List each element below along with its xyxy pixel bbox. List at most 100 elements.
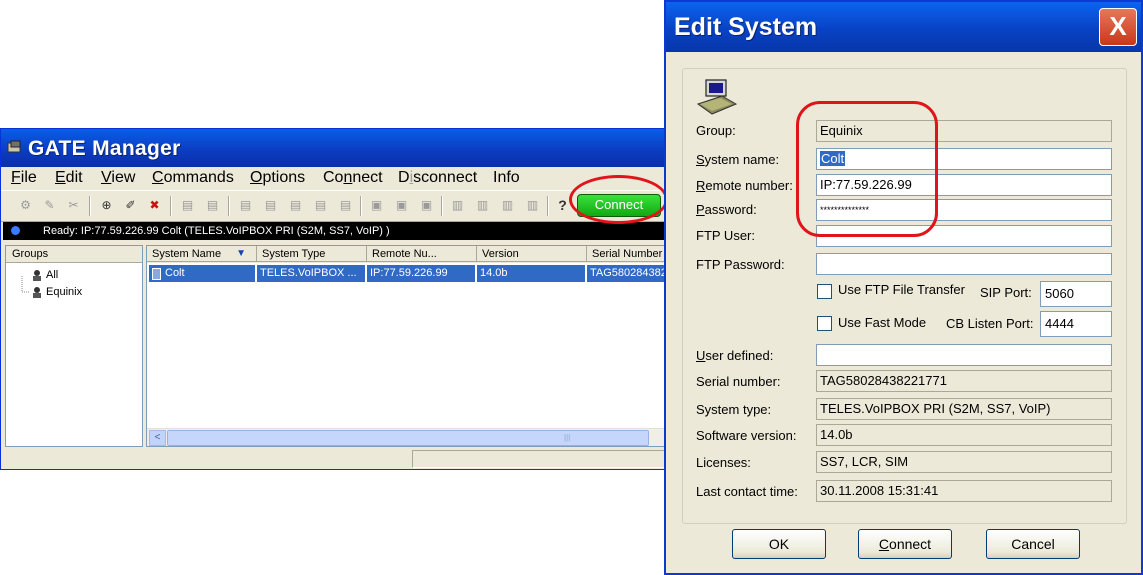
scroll-thumb[interactable]: |||: [167, 430, 649, 446]
status-bar: [1, 447, 671, 469]
toolbar-separator: [170, 196, 172, 216]
users-icon: [33, 269, 41, 281]
scroll-left-icon[interactable]: <: [149, 430, 166, 446]
toolbar-separator: [360, 196, 362, 216]
toolbar-tool-icon[interactable]: ⚙: [17, 197, 34, 214]
licenses-value: SS7, LCR, SIM: [816, 451, 1112, 473]
status-text: Ready: IP:77.59.226.99 Colt (TELES.VoIPB…: [43, 225, 390, 237]
use-ftp-checkbox[interactable]: [817, 284, 832, 299]
label-password: Password:: [696, 202, 757, 217]
toolbar-page-icon[interactable]: ▤: [179, 197, 196, 214]
column-remote-number[interactable]: Remote Nu...: [367, 246, 477, 262]
menu-info[interactable]: Info: [493, 169, 520, 187]
label-user-defined: User defined:: [696, 348, 774, 363]
menu-options[interactable]: Options: [250, 169, 305, 187]
gate-manager-titlebar[interactable]: GATE Manager: [1, 129, 671, 167]
menu-commands[interactable]: Commands: [152, 169, 234, 187]
status-indicator-icon: [11, 226, 20, 235]
cancel-button[interactable]: Cancel: [986, 529, 1080, 559]
toolbar-page-icon[interactable]: ▤: [237, 197, 254, 214]
toolbar-page-icon[interactable]: ▣: [368, 197, 385, 214]
status-bar-pane: [412, 450, 670, 468]
connect-button[interactable]: Connect: [858, 529, 952, 559]
toolbar-separator: [441, 196, 443, 216]
group-item-all[interactable]: All: [30, 268, 58, 282]
toolbar-page-icon[interactable]: ▣: [393, 197, 410, 214]
scroll-grip: |||: [564, 433, 571, 442]
use-ftp-label: Use FTP File Transfer: [838, 282, 965, 297]
label-sip-port: SIP Port:: [980, 285, 1032, 300]
system-icon: [152, 268, 161, 280]
gate-manager-window: GATE Manager File Edit View Commands Opt…: [0, 128, 673, 470]
table-row[interactable]: Colt TELES.VoIPBOX ... IP:77.59.226.99 1…: [149, 265, 672, 282]
label-ftp-user: FTP User:: [696, 228, 755, 243]
toolbar-separator: [547, 196, 549, 216]
toolbar-page-icon[interactable]: ▤: [312, 197, 329, 214]
systems-list: System Name ▼ System Type Remote Nu... Ve…: [146, 245, 673, 447]
computer-icon: [696, 79, 738, 115]
toolbar-tool-icon[interactable]: ✂: [65, 197, 82, 214]
list-header: System Name ▼ System Type Remote Nu... Ve…: [147, 246, 672, 263]
software-version-value: 14.0b: [816, 424, 1112, 446]
use-fast-mode-label: Use Fast Mode: [838, 315, 927, 330]
toolbar-page-icon[interactable]: ▤: [337, 197, 354, 214]
menu-edit[interactable]: Edit: [55, 169, 83, 187]
dialog-titlebar[interactable]: Edit System X: [666, 2, 1141, 52]
annotation-box-credentials: [796, 101, 938, 237]
label-system-type: System type:: [696, 402, 772, 417]
toolbar-page-icon[interactable]: ▤: [262, 197, 279, 214]
label-ftp-password: FTP Password:: [696, 257, 785, 272]
status-line: Ready: IP:77.59.226.99 Colt (TELES.VoIPB…: [3, 222, 669, 240]
ftp-password-input[interactable]: [816, 253, 1112, 275]
delete-system-icon[interactable]: ✖: [146, 197, 163, 214]
gate-manager-title: GATE Manager: [28, 137, 181, 160]
toolbar-page-icon[interactable]: ▥: [524, 197, 541, 214]
sort-desc-icon: ▼: [236, 248, 246, 259]
toolbar-page-icon[interactable]: ▣: [418, 197, 435, 214]
dialog-title: Edit System: [674, 13, 818, 41]
groups-tree: Groups All Equinix: [5, 245, 143, 447]
cb-listen-port-input[interactable]: 4444: [1040, 311, 1112, 337]
label-last-contact: Last contact time:: [696, 484, 798, 499]
horizontal-scrollbar[interactable]: < |||: [147, 428, 672, 446]
label-software-version: Software version:: [696, 428, 797, 443]
ok-button[interactable]: OK: [732, 529, 826, 559]
cell-serial-number: TAG5802843822: [587, 265, 672, 282]
label-group: Group:: [696, 123, 736, 138]
menu-disconnect[interactable]: Disconnect: [398, 169, 477, 187]
close-icon: X: [1109, 11, 1127, 41]
menu-connect[interactable]: Connect: [323, 169, 383, 187]
user-defined-input[interactable]: [816, 344, 1112, 366]
group-item-equinix[interactable]: Equinix: [30, 285, 82, 299]
toolbar-page-icon[interactable]: ▤: [204, 197, 221, 214]
toolbar-page-icon[interactable]: ▥: [474, 197, 491, 214]
sip-port-input[interactable]: 5060: [1040, 281, 1112, 307]
column-system-type[interactable]: System Type: [257, 246, 367, 262]
column-serial-number[interactable]: Serial Number: [587, 246, 672, 262]
menu-file[interactable]: File: [11, 169, 37, 187]
user-icon: [33, 286, 41, 298]
toolbar-tool-icon[interactable]: ✎: [41, 197, 58, 214]
toolbar-page-icon[interactable]: ▥: [499, 197, 516, 214]
toolbar-separator: [228, 196, 230, 216]
menu-bar: File Edit View Commands Options Connect …: [1, 167, 671, 189]
toolbar-page-icon[interactable]: ▤: [287, 197, 304, 214]
tree-lines: [21, 276, 30, 293]
add-system-icon[interactable]: ⊕: [98, 197, 115, 214]
cell-system-name: Colt: [149, 265, 256, 282]
label-serial-number: Serial number:: [696, 374, 781, 389]
groups-header[interactable]: Groups: [6, 246, 142, 263]
column-system-name[interactable]: System Name ▼: [147, 246, 257, 262]
serial-number-value: TAG58028438221771: [816, 370, 1112, 392]
menu-view[interactable]: View: [101, 169, 135, 187]
use-fast-mode-checkbox[interactable]: [817, 316, 832, 331]
toolbar-page-icon[interactable]: ▥: [449, 197, 466, 214]
close-button[interactable]: X: [1099, 8, 1137, 46]
app-icon: [7, 140, 21, 153]
column-version[interactable]: Version: [477, 246, 587, 262]
edit-system-icon[interactable]: ✐: [122, 197, 139, 214]
cell-version: 14.0b: [477, 265, 586, 282]
cell-remote-number: IP:77.59.226.99: [367, 265, 476, 282]
system-type-value: TELES.VoIPBOX PRI (S2M, SS7, VoIP): [816, 398, 1112, 420]
label-remote-number: Remote number:: [696, 178, 793, 193]
